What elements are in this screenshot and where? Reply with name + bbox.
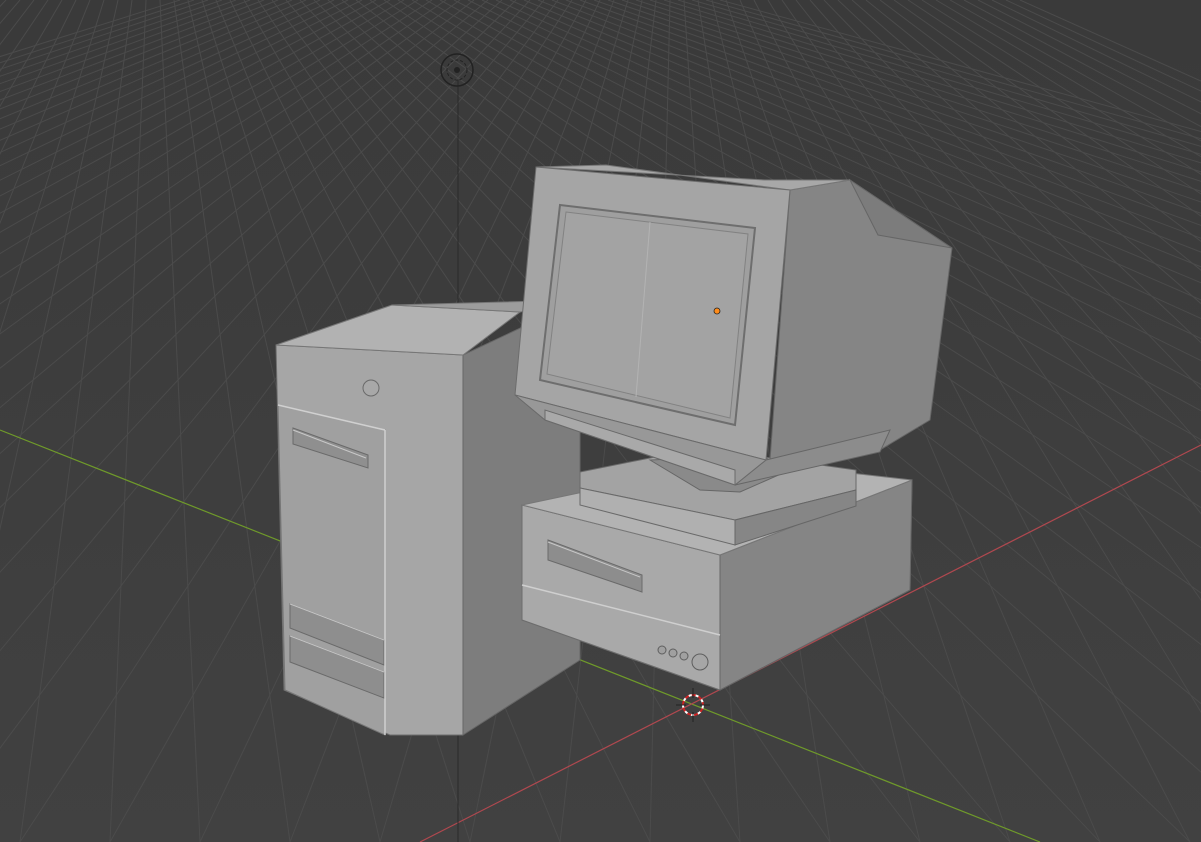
tower-power-button [362,379,380,397]
object-origin-marker [713,307,721,315]
case-power-button [691,653,709,671]
viewport-scene[interactable] [0,0,1201,842]
3d-viewport[interactable] [0,0,1201,842]
